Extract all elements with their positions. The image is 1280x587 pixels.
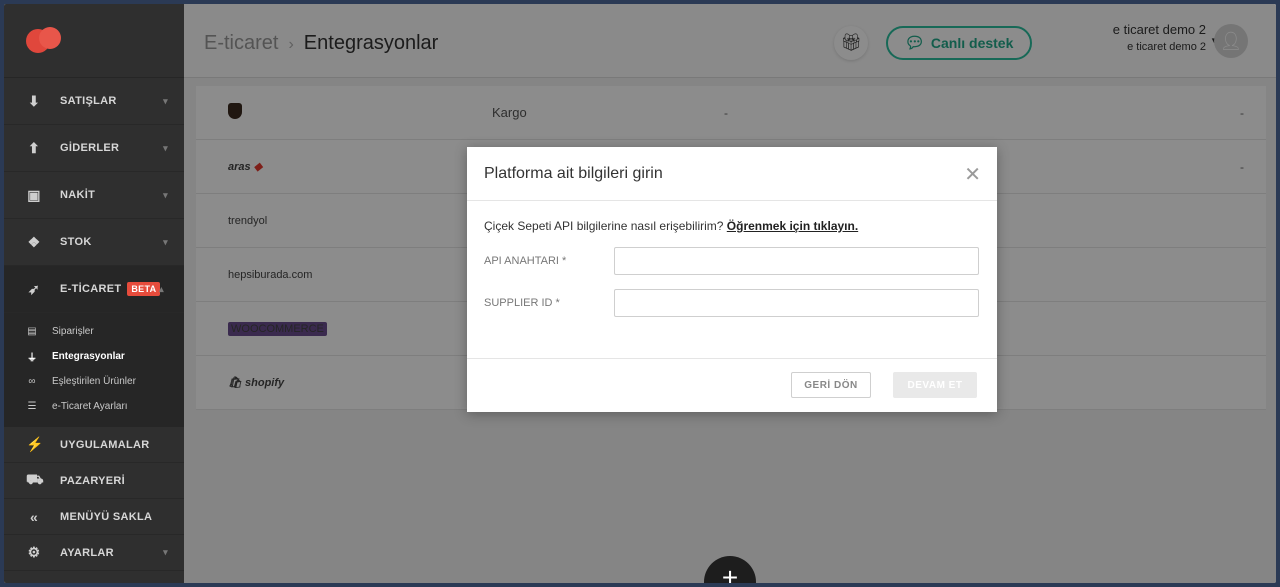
sliders-icon: ☰ xyxy=(27,401,37,412)
modal-info: Çiçek Sepeti API bilgilerine nasıl erişe… xyxy=(484,219,980,233)
sidebar-item-label: SATIŞLAR xyxy=(60,95,117,107)
sidebar-item-ayarlar[interactable]: ⚙ AYARLAR ▾ xyxy=(4,535,184,571)
eticaret-submenu: ▤ Siparişler ⏚ Entegrasyonlar ∞ Eşleştir… xyxy=(4,313,184,427)
sidebar-subitem-label: e-Ticaret Ayarları xyxy=(52,401,128,412)
app-logo[interactable] xyxy=(4,4,184,78)
sidebar-item-eticaret[interactable]: ➶ E-TİCARET BETA ▴ xyxy=(4,266,184,313)
sidebar-item-label: NAKİT xyxy=(60,189,96,201)
sidebar: ⬇ SATIŞLAR ▾ ⬆ GİDERLER ▾ ▣ NAKİT ▾ ❖ ST… xyxy=(4,4,184,583)
app-window: ⬇ SATIŞLAR ▾ ⬆ GİDERLER ▾ ▣ NAKİT ▾ ❖ ST… xyxy=(4,4,1276,583)
sidebar-item-nakit[interactable]: ▣ NAKİT ▾ xyxy=(4,172,184,219)
sidebar-item-label: UYGULAMALAR xyxy=(60,438,150,451)
modal-title: Platforma ait bilgileri girin xyxy=(484,164,663,182)
close-icon[interactable]: ✕ xyxy=(964,162,981,187)
logo-icon xyxy=(26,26,64,55)
continue-button[interactable]: DEVAM ET xyxy=(893,372,977,398)
plug-icon: ⏚ xyxy=(27,353,37,364)
api-key-input[interactable] xyxy=(614,247,979,275)
money-icon: ▣ xyxy=(27,186,41,203)
sidebar-subitem-siparisler[interactable]: ▤ Siparişler xyxy=(4,319,184,344)
sidebar-item-label: GİDERLER xyxy=(60,142,120,154)
modal-header: Platforma ait bilgileri girin ✕ xyxy=(467,147,997,201)
platform-info-modal: Platforma ait bilgileri girin ✕ Çiçek Se… xyxy=(467,147,997,412)
chevron-down-icon: ▾ xyxy=(163,236,168,247)
upload-icon: ⬆ xyxy=(27,139,41,156)
plus-icon: + xyxy=(721,562,739,583)
cart-icon: ⛟ xyxy=(26,471,44,487)
chevron-down-icon: ▾ xyxy=(163,142,168,153)
supplier-id-input[interactable] xyxy=(614,289,979,317)
sidebar-item-uygulamalar[interactable]: ⚡ UYGULAMALAR xyxy=(4,427,184,463)
sidebar-subitem-ayarlar[interactable]: ☰ e-Ticaret Ayarları xyxy=(4,394,184,419)
double-chevron-left-icon: « xyxy=(29,508,39,525)
chevron-down-icon: ▾ xyxy=(163,547,168,557)
sidebar-subitem-eslestirilen[interactable]: ∞ Eşleştirilen Ürünler xyxy=(4,369,184,394)
calendar-icon: ▤ xyxy=(27,326,37,337)
back-button[interactable]: GERİ DÖN xyxy=(791,372,871,398)
modal-footer: GERİ DÖN DEVAM ET xyxy=(467,359,997,411)
chevron-down-icon: ▾ xyxy=(163,95,168,106)
sidebar-subitem-label: Siparişler xyxy=(52,326,94,337)
api-key-field-row: API ANAHTARI * xyxy=(484,247,980,275)
beta-badge: BETA xyxy=(127,282,161,296)
supplier-id-field-row: SUPPLIER ID * xyxy=(484,289,980,317)
supplier-id-label: SUPPLIER ID * xyxy=(484,297,560,309)
cubes-icon: ❖ xyxy=(27,233,41,250)
sidebar-subitem-entegrasyonlar[interactable]: ⏚ Entegrasyonlar xyxy=(4,344,184,369)
download-icon: ⬇ xyxy=(27,92,41,109)
sidebar-item-satislar[interactable]: ⬇ SATIŞLAR ▾ xyxy=(4,78,184,125)
sidebar-item-label: PAZARYERİ xyxy=(60,474,126,487)
plug-icon: ⚡ xyxy=(26,436,44,452)
gear-icon: ⚙ xyxy=(27,544,41,560)
sidebar-item-label: STOK xyxy=(60,236,92,248)
sidebar-subitem-label: Entegrasyonlar xyxy=(52,351,125,362)
sidebar-item-pazaryeri[interactable]: ⛟ PAZARYERİ xyxy=(4,463,184,499)
sidebar-item-giderler[interactable]: ⬆ GİDERLER ▾ xyxy=(4,125,184,172)
api-key-label: API ANAHTARI * xyxy=(484,255,567,267)
chevron-up-icon: ▴ xyxy=(159,283,164,294)
sidebar-item-menuyu-sakla[interactable]: « MENÜYÜ SAKLA xyxy=(4,499,184,535)
learn-more-link[interactable]: Öğrenmek için tıklayın. xyxy=(727,219,858,233)
link-icon: ∞ xyxy=(28,376,36,387)
sidebar-subitem-label: Eşleştirilen Ürünler xyxy=(52,376,136,387)
info-text: Çiçek Sepeti API bilgilerine nasıl erişe… xyxy=(484,219,724,233)
sidebar-item-label: MENÜYÜ SAKLA xyxy=(60,510,153,523)
rocket-icon: ➶ xyxy=(27,280,41,297)
modal-body: Çiçek Sepeti API bilgilerine nasıl erişe… xyxy=(467,201,997,359)
sidebar-item-label: E-TİCARET xyxy=(60,283,122,295)
sidebar-item-stok[interactable]: ❖ STOK ▾ xyxy=(4,219,184,266)
sidebar-item-label: AYARLAR xyxy=(60,546,114,559)
chevron-down-icon: ▾ xyxy=(163,189,168,200)
